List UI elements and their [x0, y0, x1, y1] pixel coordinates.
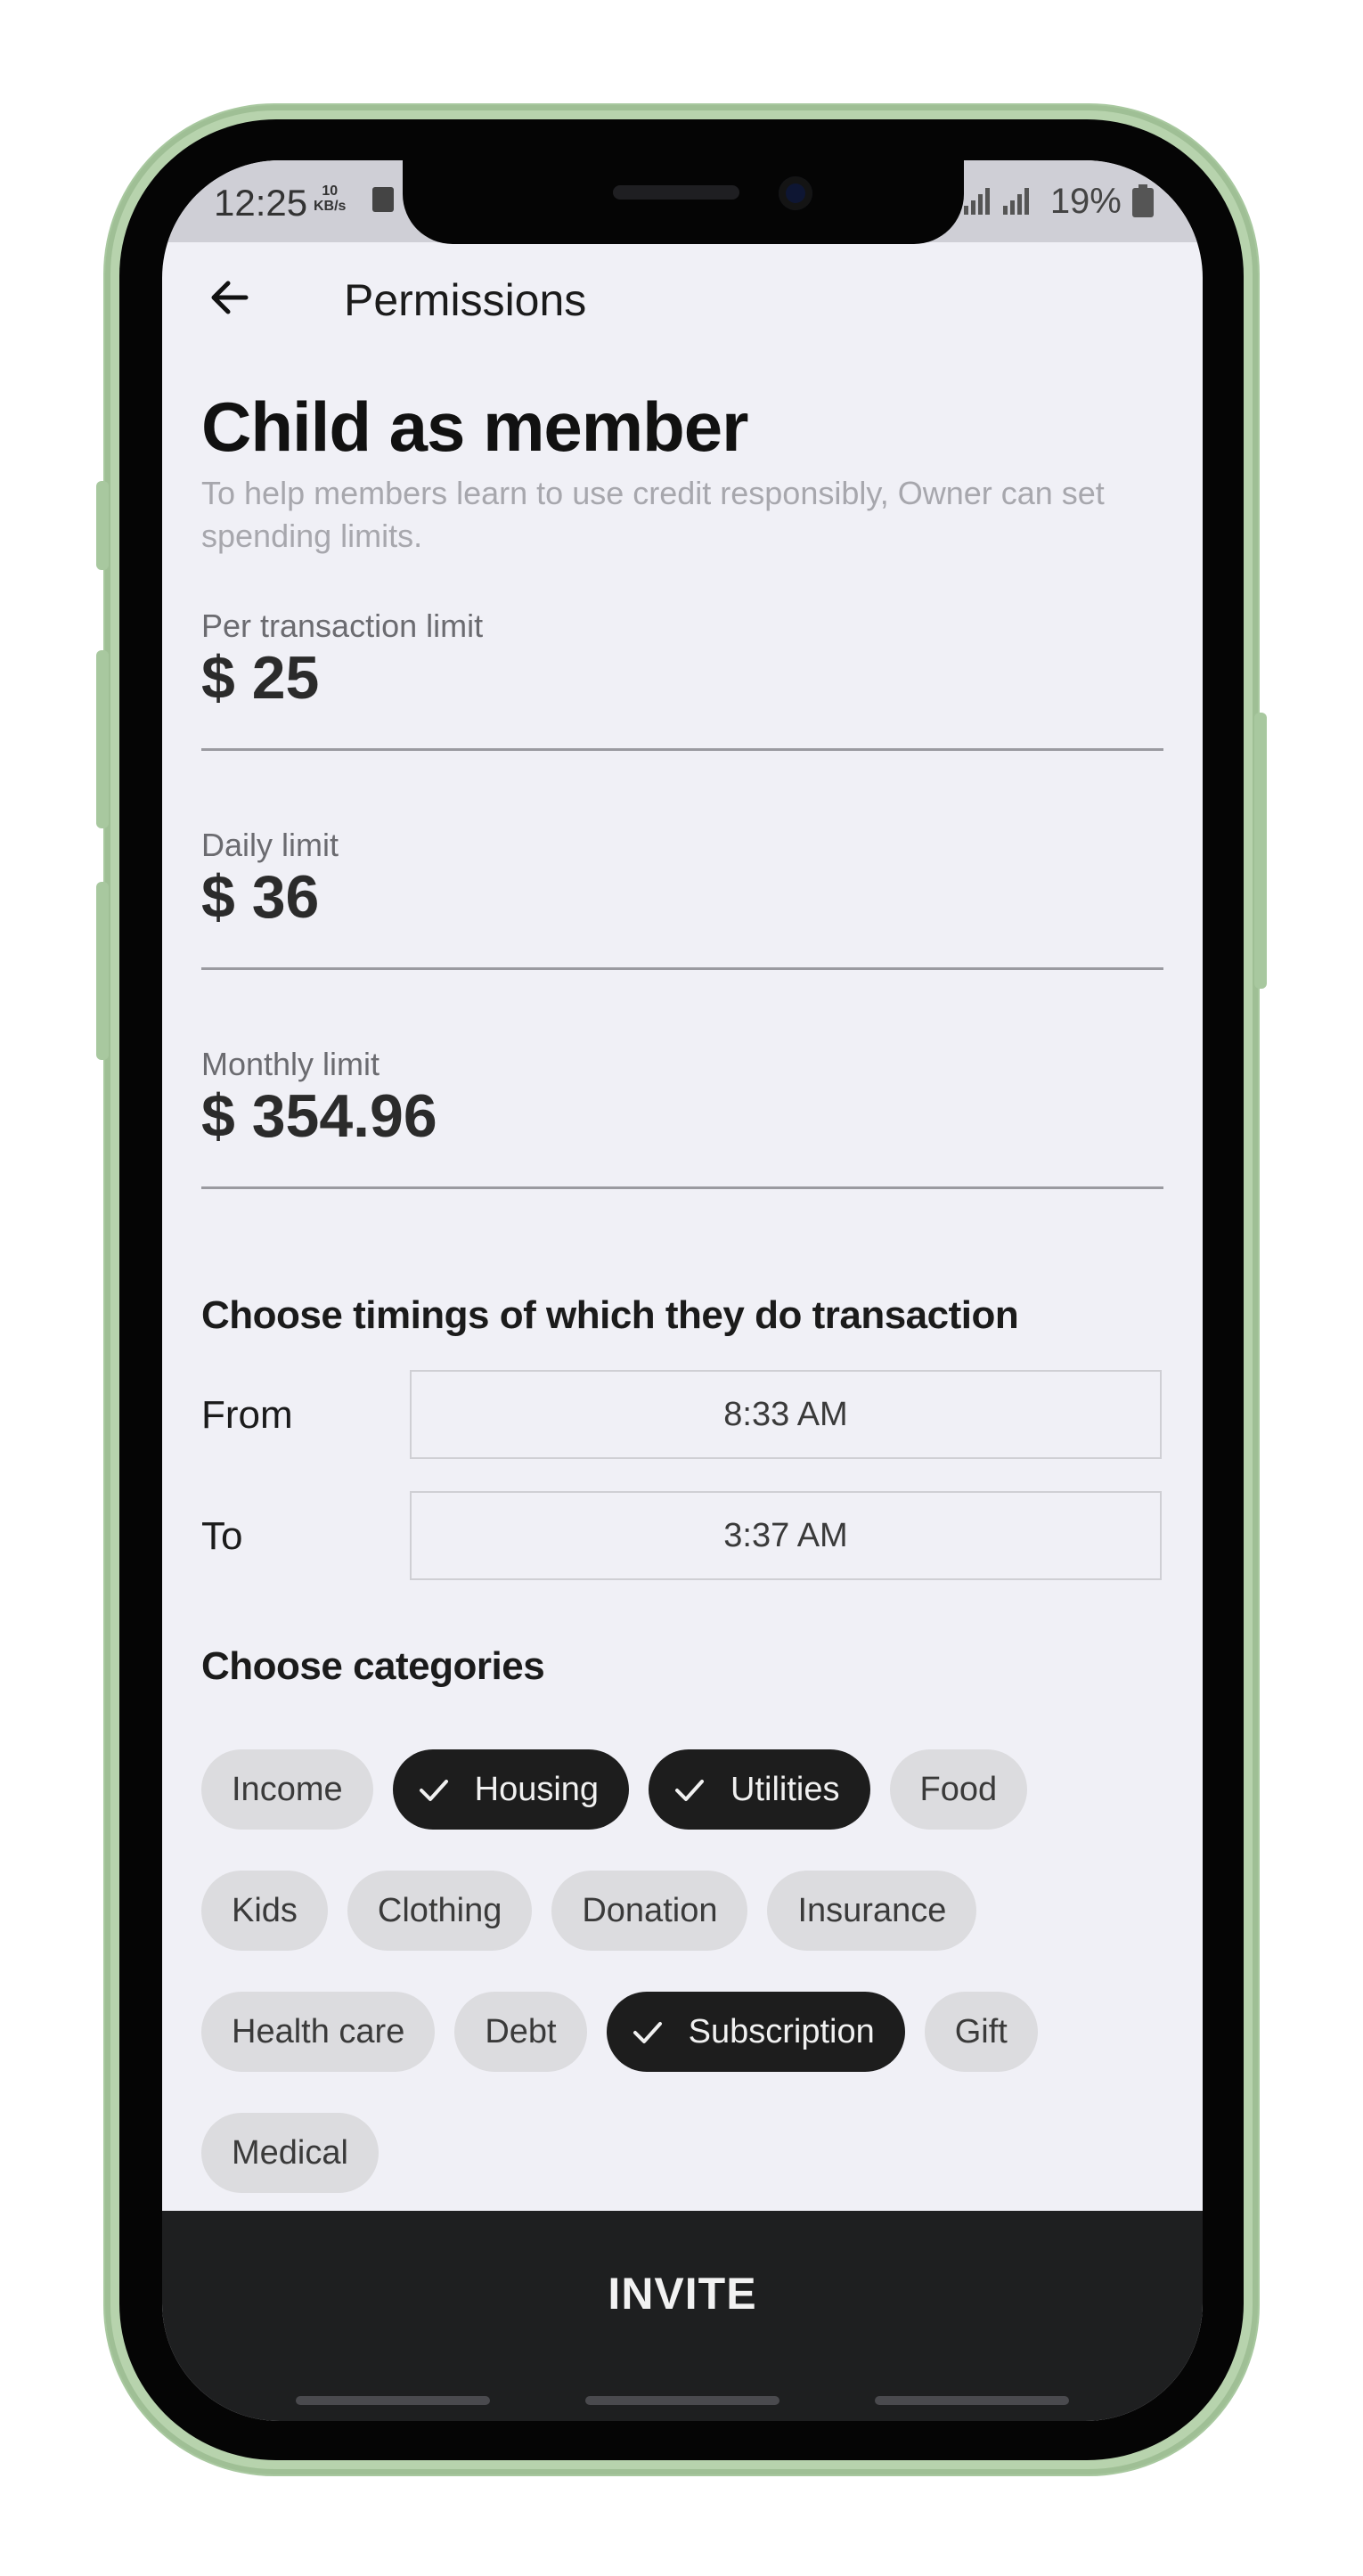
chip-subscription[interactable]: Subscription [606, 1992, 905, 2072]
chip-label: Clothing [377, 1891, 502, 1929]
chip-row: Health care Debt Subscription Gift [201, 1992, 1038, 2072]
earpiece-speaker [613, 185, 739, 200]
chip-label: Medical [232, 2133, 348, 2172]
chip-label: Subscription [688, 2012, 875, 2050]
to-time-picker[interactable]: 3:37 AM [410, 1491, 1162, 1580]
invite-bar: INVITE [162, 2211, 1203, 2421]
page-title: Child as member [201, 387, 749, 466]
nav-recents-indicator[interactable] [296, 2396, 490, 2405]
to-label: To [201, 1514, 243, 1558]
categories-section-title: Choose categories [201, 1644, 545, 1688]
chip-housing[interactable]: Housing [392, 1749, 630, 1830]
battery-percent: 19% [1049, 182, 1122, 221]
front-camera [779, 176, 812, 210]
field-value[interactable]: $ 354.96 [201, 1081, 437, 1151]
phone-power-button [1254, 713, 1267, 989]
status-right: 19% [962, 182, 1155, 222]
chip-label: Health care [232, 2012, 405, 2050]
field-label: Monthly limit [201, 1046, 380, 1082]
field-underline [201, 748, 1163, 751]
chip-label: Housing [474, 1770, 600, 1808]
field-underline [201, 1186, 1163, 1189]
from-label: From [201, 1393, 293, 1437]
chip-medical[interactable]: Medical [201, 2113, 379, 2193]
field-underline [201, 967, 1163, 970]
field-label: Per transaction limit [201, 607, 484, 644]
chip-label: Food [919, 1770, 998, 1808]
chip-label: Donation [582, 1891, 718, 1929]
status-time: 12:25 [214, 182, 308, 224]
chip-label: Income [232, 1770, 343, 1808]
chip-clothing[interactable]: Clothing [347, 1871, 533, 1951]
chip-food[interactable]: Food [889, 1749, 1028, 1830]
chip-insurance[interactable]: Insurance [767, 1871, 977, 1951]
chip-row: Income Housing Utilities Food [201, 1749, 1028, 1830]
chip-kids[interactable]: Kids [201, 1871, 328, 1951]
app-bar-title: Permissions [344, 275, 587, 325]
phone-volume-up-button [96, 650, 109, 828]
invite-button[interactable]: INVITE [162, 2211, 1203, 2376]
network-speed-value: 10 [322, 183, 339, 199]
chip-income[interactable]: Income [201, 1749, 373, 1830]
field-value[interactable]: $ 36 [201, 862, 319, 932]
page-subtitle: To help members learn to use credit resp… [201, 475, 1105, 554]
network-speed-unit: KB/s [314, 199, 347, 214]
chip-label: Insurance [797, 1891, 947, 1929]
network-speed: 10 KB/s [314, 183, 346, 214]
chip-row: Medical [201, 2113, 379, 2193]
app-bar: Permissions [162, 242, 1203, 353]
nav-back-indicator[interactable] [875, 2396, 1069, 2405]
phone-screen: 12:25 10 KB/s 19% Permissions Child as m… [162, 160, 1203, 2421]
notification-icon [372, 187, 394, 212]
camera-notch [403, 160, 964, 244]
chip-donation[interactable]: Donation [551, 1871, 748, 1951]
chip-health-care[interactable]: Health care [201, 1992, 436, 2072]
chip-gift[interactable]: Gift [924, 1992, 1038, 2072]
check-icon [633, 2022, 662, 2043]
chip-label: Kids [232, 1891, 298, 1929]
battery-icon [1132, 184, 1154, 217]
chip-debt[interactable]: Debt [454, 1992, 587, 2072]
nav-home-indicator[interactable] [585, 2396, 779, 2405]
from-time-picker[interactable]: 8:33 AM [410, 1370, 1162, 1459]
phone-volume-down-button [96, 882, 109, 1060]
chip-label: Debt [485, 2012, 557, 2050]
check-icon [675, 1780, 705, 1801]
field-label: Daily limit [201, 827, 339, 863]
phone-mute-switch [96, 481, 109, 570]
timings-section-title: Choose timings of which they do transact… [201, 1293, 1019, 1337]
check-icon [419, 1780, 448, 1801]
signal-icon [963, 188, 1029, 215]
field-value[interactable]: $ 25 [201, 643, 319, 713]
arrow-left-icon[interactable] [203, 271, 257, 324]
chip-row: Kids Clothing Donation Insurance [201, 1871, 977, 1951]
chip-label: Gift [954, 2012, 1008, 2050]
chip-label: Utilities [730, 1770, 840, 1808]
chip-utilities[interactable]: Utilities [649, 1749, 870, 1830]
